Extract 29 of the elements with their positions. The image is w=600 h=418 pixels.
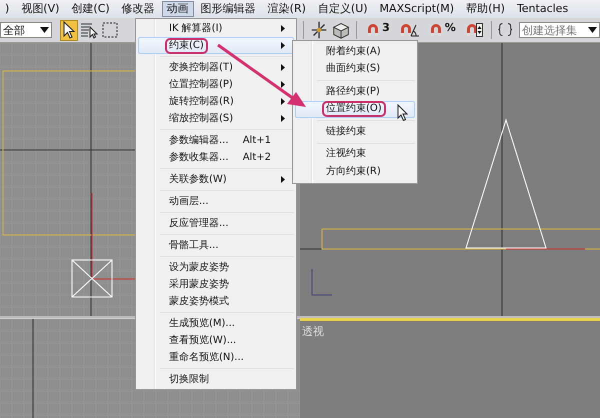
menu-item-label: 生成预览(M)... xyxy=(168,316,236,330)
menu-item-label: 路径约束(P) xyxy=(325,84,381,99)
menu-item-label: 动画层... xyxy=(168,194,210,208)
menu-item-label: 关联参数(W) xyxy=(168,172,228,186)
menu-item-label: 缩放控制器(S) xyxy=(168,112,234,126)
shortcut-text: Alt+2 xyxy=(242,152,271,163)
menu-item-label: 约束(C) xyxy=(165,38,208,54)
shortcut-text: Alt+1 xyxy=(242,135,271,146)
menu-item-label: 链接约束 xyxy=(325,124,367,139)
menu-item-label: 查看预览(W)... xyxy=(168,334,238,348)
menu-item-label: 位置控制器(P) xyxy=(168,78,234,92)
menu-item-label: 切换限制 xyxy=(168,372,210,386)
menu-item-label: 旋转控制器(R) xyxy=(168,94,235,108)
menu-item-label: 采用蒙皮姿势 xyxy=(168,278,230,292)
menu-item-label: 附着约束(A) xyxy=(325,44,382,59)
menu-item-label: 蒙皮姿势模式 xyxy=(168,294,230,308)
menu-item-label: 变换控制器(T) xyxy=(168,60,234,74)
menu-item-label: 位置约束(O) xyxy=(322,101,386,118)
menu-item-label: 重命名预览(N)... xyxy=(168,350,245,364)
menu-item-label: 参数收集器... xyxy=(168,150,230,164)
menu-item-label: 方向约束(R) xyxy=(325,164,382,179)
menu-item-label: 曲面约束(S) xyxy=(325,62,382,76)
menu-item-label: 设为蒙皮姿势 xyxy=(168,260,230,274)
menu-item-label: 反应管理器... xyxy=(168,216,230,230)
menu-item-label: 骨骼工具... xyxy=(168,238,220,252)
menu-item-label: 注视约束 xyxy=(325,146,367,162)
menu-item-label: IK 解算器(I) xyxy=(168,22,224,36)
viewport-label: 透视 xyxy=(302,324,324,339)
menu-item-label: 参数编辑器... xyxy=(168,134,230,148)
